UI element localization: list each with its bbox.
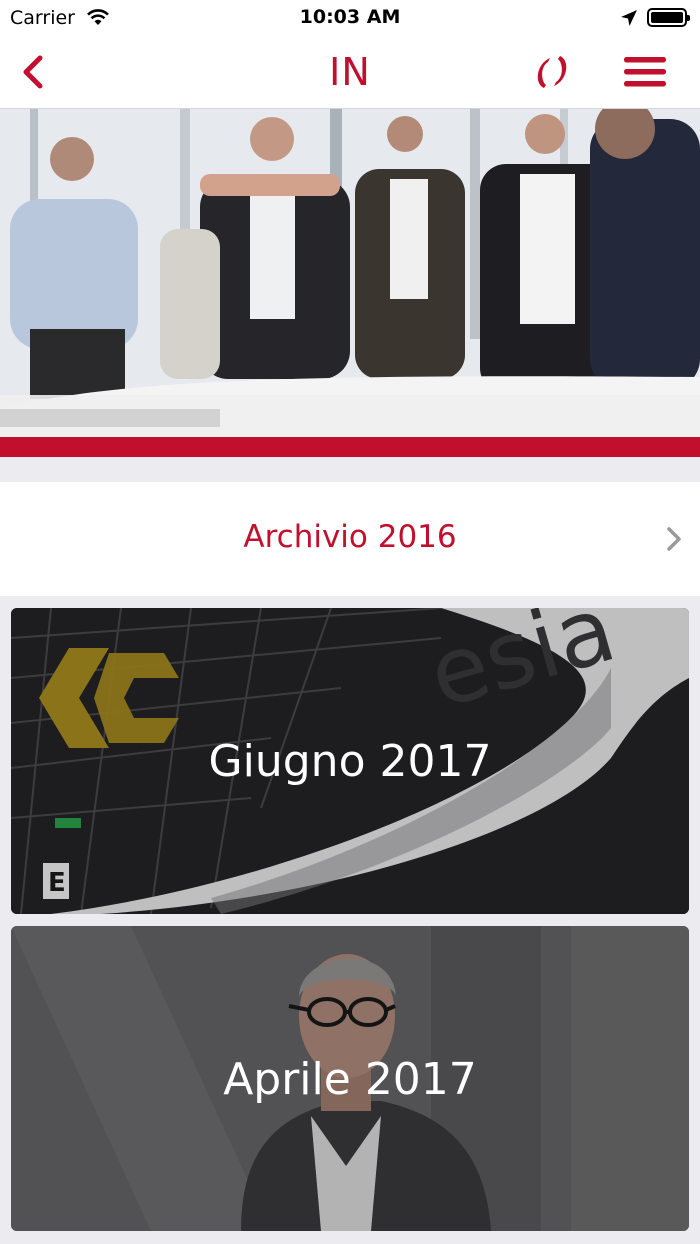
navigation-bar: IN [0,36,700,109]
hero-accent-stripe [0,437,700,457]
brand-logo-icon[interactable] [530,50,574,94]
status-bar: Carrier 10:03 AM [0,0,700,36]
issue-card-giugno-2017[interactable]: esia E Giugno 2017 [11,608,689,914]
chevron-right-icon [667,527,681,551]
location-arrow-icon [621,10,637,26]
page-title: IN [329,50,371,94]
card-title: Aprile 2017 [223,1054,477,1105]
hamburger-menu-icon[interactable] [622,54,668,90]
archive-label: Archivio 2016 [243,519,457,555]
people-standing-around-table-photo [0,109,700,437]
status-time: 10:03 AM [299,6,401,28]
archive-2016-row[interactable]: Archivio 2016 [0,482,700,596]
issue-card-aprile-2017[interactable]: Aprile 2017 [11,926,689,1231]
hero-image [0,109,700,437]
card-title: Giugno 2017 [208,736,492,787]
battery-icon [647,8,690,27]
